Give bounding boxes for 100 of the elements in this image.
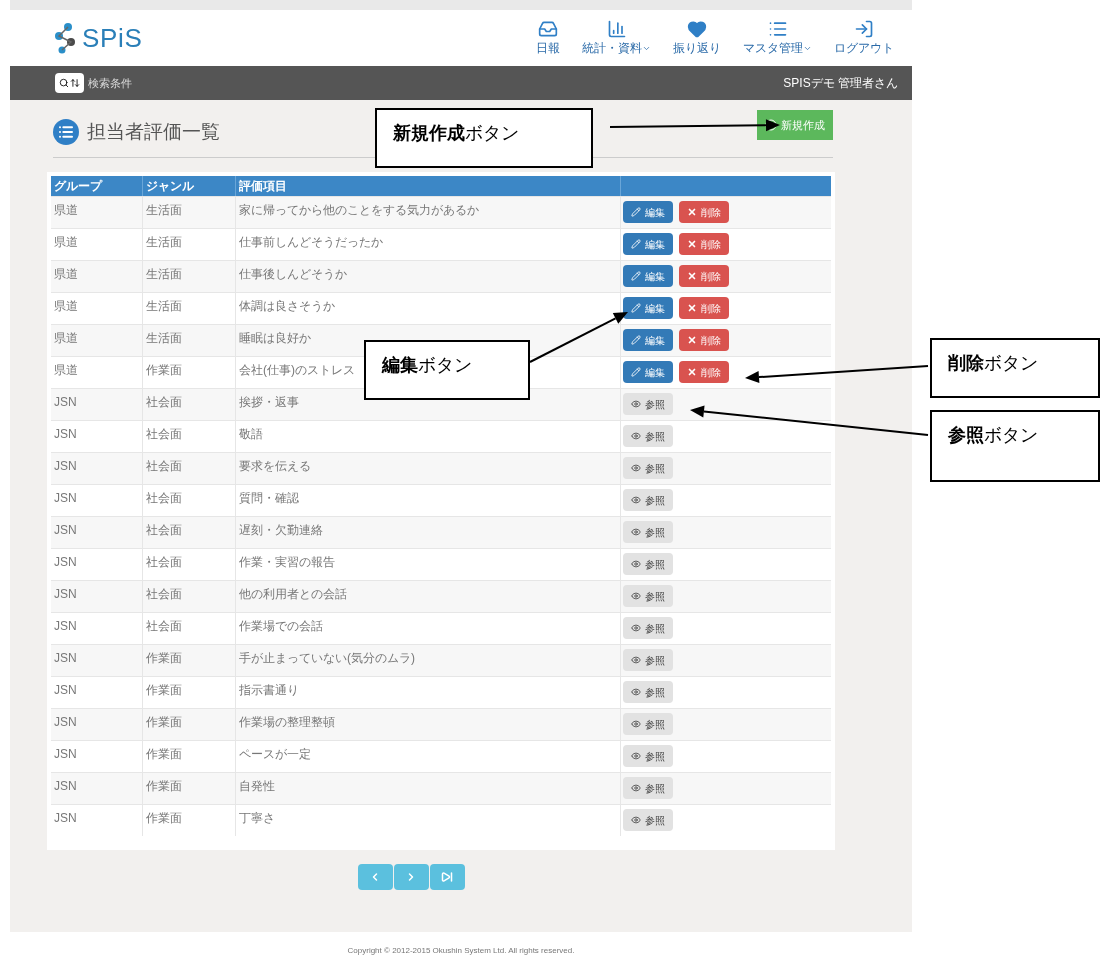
- view-button[interactable]: 参照: [623, 777, 673, 799]
- table-cell: 作業場での会話: [236, 611, 621, 644]
- page-button[interactable]: [393, 863, 429, 890]
- nav-link[interactable]: ログアウト: [834, 19, 894, 57]
- table-cell: 社会面: [143, 387, 236, 420]
- eye-icon: [631, 591, 641, 601]
- table-cell: JSN: [51, 707, 143, 740]
- table-cell: 社会面: [143, 451, 236, 484]
- table-cell: JSN: [51, 675, 143, 708]
- pencil-icon: [631, 271, 641, 281]
- view-button[interactable]: 参照: [623, 457, 673, 479]
- table-cell: JSN: [51, 387, 143, 420]
- table-cell: 社会面: [143, 419, 236, 452]
- search-icon: [59, 78, 69, 88]
- delete-button[interactable]: 削除: [679, 329, 729, 351]
- close-icon: [687, 367, 697, 377]
- view-button[interactable]: 参照: [623, 585, 673, 607]
- bar-chart-icon: [606, 19, 627, 39]
- column-header: ジャンル: [143, 175, 236, 196]
- table-cell: JSN: [51, 803, 143, 836]
- edit-button[interactable]: 編集: [623, 361, 673, 383]
- logo-icon: [54, 22, 78, 54]
- table-cell: 作業面: [143, 643, 236, 676]
- skip-forward-icon: [441, 870, 453, 883]
- table-cell: 遅刻・欠勤連絡: [236, 515, 621, 548]
- table-cell: 生活面: [143, 227, 236, 260]
- view-button[interactable]: 参照: [623, 617, 673, 639]
- table-cell: 作業面: [143, 771, 236, 804]
- page-button[interactable]: [357, 863, 393, 890]
- eye-icon: [631, 655, 641, 665]
- eye-icon: [631, 687, 641, 697]
- nav-link[interactable]: 日報: [536, 19, 560, 57]
- eye-icon: [631, 623, 641, 633]
- nav-link[interactable]: 統計・資料: [582, 19, 651, 57]
- table-cell: 手が止まっていない(気分のムラ): [236, 643, 621, 676]
- edit-button[interactable]: 編集: [623, 265, 673, 287]
- search-button[interactable]: [55, 73, 84, 93]
- pencil-icon: [631, 207, 641, 217]
- eye-icon: [631, 751, 641, 761]
- edit-button[interactable]: 編集: [623, 297, 673, 319]
- table-cell: 県道: [51, 259, 143, 292]
- search-conditions-label: 検索条件: [88, 75, 132, 91]
- table-cell: 社会面: [143, 579, 236, 612]
- view-button[interactable]: 参照: [623, 681, 673, 703]
- table-cell: JSN: [51, 515, 143, 548]
- delete-button[interactable]: 削除: [679, 297, 729, 319]
- eye-icon: [631, 719, 641, 729]
- view-button[interactable]: 参照: [623, 713, 673, 735]
- callout-label: 新規作成ボタン: [375, 108, 593, 168]
- eye-icon: [631, 431, 641, 441]
- table-cell: 他の利用者との会話: [236, 579, 621, 612]
- close-icon: [687, 207, 697, 217]
- eye-icon: [631, 527, 641, 537]
- view-button[interactable]: 参照: [623, 393, 673, 415]
- table-cell: 指示書通り: [236, 675, 621, 708]
- page-button[interactable]: [429, 863, 465, 890]
- nav-link[interactable]: マスタ管理: [743, 19, 812, 57]
- edit-button[interactable]: 編集: [623, 233, 673, 255]
- table-cell: 仕事後しんどそうか: [236, 259, 621, 292]
- nav-link[interactable]: 振り返り: [673, 19, 721, 57]
- edit-button[interactable]: 編集: [623, 201, 673, 223]
- callout-label: 編集ボタン: [364, 340, 530, 400]
- table-cell: 作業場の整理整頓: [236, 707, 621, 740]
- delete-button[interactable]: 削除: [679, 265, 729, 287]
- table-cell: 丁寧さ: [236, 803, 621, 836]
- view-button[interactable]: 参照: [623, 745, 673, 767]
- column-header: 評価項目: [236, 175, 621, 196]
- view-button[interactable]: 参照: [623, 649, 673, 671]
- view-button[interactable]: 参照: [623, 553, 673, 575]
- table-cell: JSN: [51, 483, 143, 516]
- table-cell: 社会面: [143, 515, 236, 548]
- table-cell: JSN: [51, 643, 143, 676]
- table-cell: 社会面: [143, 483, 236, 516]
- login-icon: [854, 19, 874, 39]
- table-cell: JSN: [51, 611, 143, 644]
- delete-button[interactable]: 削除: [679, 233, 729, 255]
- callout-label: 削除ボタン: [930, 338, 1100, 398]
- view-button[interactable]: 参照: [623, 521, 673, 543]
- view-button[interactable]: 参照: [623, 809, 673, 831]
- table-cell: 県道: [51, 227, 143, 260]
- heart-icon: [687, 19, 707, 39]
- pencil-icon: [631, 303, 641, 313]
- table-cell: 県道: [51, 291, 143, 324]
- table-cell: 作業面: [143, 739, 236, 772]
- user-name: SPISデモ 管理者さん: [783, 75, 898, 92]
- table-cell: JSN: [51, 419, 143, 452]
- table-cell: 生活面: [143, 291, 236, 324]
- view-button[interactable]: 参照: [623, 489, 673, 511]
- close-icon: [687, 271, 697, 281]
- table-cell: 県道: [51, 323, 143, 356]
- pencil-icon: [631, 335, 641, 345]
- delete-button[interactable]: 削除: [679, 201, 729, 223]
- table-cell: 要求を伝える: [236, 451, 621, 484]
- table-cell: JSN: [51, 739, 143, 772]
- eye-icon: [631, 783, 641, 793]
- edit-button[interactable]: 編集: [623, 329, 673, 351]
- table-cell: 生活面: [143, 259, 236, 292]
- delete-button[interactable]: 削除: [679, 361, 729, 383]
- close-icon: [687, 335, 697, 345]
- view-button[interactable]: 参照: [623, 425, 673, 447]
